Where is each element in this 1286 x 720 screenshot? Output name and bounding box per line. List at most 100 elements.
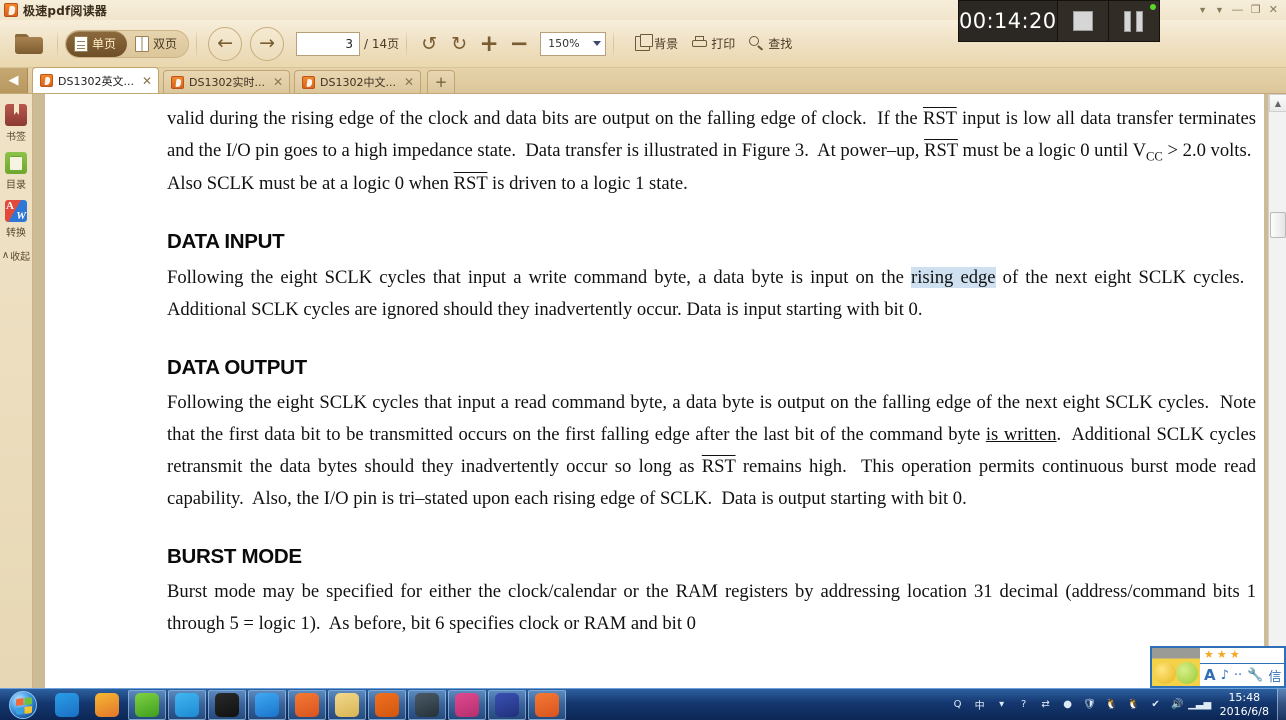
ime-settings-icon[interactable]: 🔧	[1247, 668, 1263, 683]
stop-icon	[1072, 11, 1093, 31]
media-player-icon	[255, 692, 279, 717]
skin-dropdown-icon[interactable]: ▼	[1198, 5, 1207, 15]
taskbar-app-alipay-assistant[interactable]	[208, 689, 246, 720]
ime-caret-icon[interactable]: ▾	[994, 697, 1010, 713]
tab-close-icon[interactable]: ✕	[142, 75, 152, 87]
pdf-reader-2-icon	[535, 692, 559, 717]
ime-punctuation-icon[interactable]: ··	[1234, 668, 1242, 683]
taskbar-clock[interactable]: 15:48 2016/6/8	[1214, 691, 1275, 719]
safe-remove-icon[interactable]: ✔	[1148, 697, 1164, 713]
sidebar-collapse-button[interactable]: ∧ 收起	[0, 248, 32, 263]
screen-root: 极速pdf阅读器 ▼ ▼ — ❐ ✕ 单页 双页 ← → 3 / 14页 ↺ ↻…	[0, 0, 1286, 720]
taskbar-app-network-tool[interactable]	[448, 689, 486, 720]
alipay-assistant-icon	[215, 692, 239, 717]
ime-panel: ★ ★ ★ A ♪ ·· 🔧 信	[1200, 648, 1284, 686]
collapse-arrow-icon: ∧	[1, 250, 10, 261]
maximize-button[interactable]: ❐	[1251, 4, 1261, 16]
qq-tray-icon[interactable]: Q	[950, 697, 966, 713]
tab-ds1302-chinese[interactable]: DS1302中文... ✕	[294, 70, 421, 93]
rst-overline: RST	[922, 108, 957, 129]
windows-logo-icon	[9, 690, 37, 719]
qq-penguin-icon[interactable]: 🐧	[1104, 697, 1120, 713]
ime-language-icon[interactable]: A	[1204, 666, 1216, 684]
ie-browser-icon	[135, 692, 159, 717]
taskbar-app-ie-browser[interactable]	[128, 689, 166, 720]
ime-floating-bar[interactable]: ★ ★ ★ A ♪ ·· 🔧 信	[1150, 646, 1286, 688]
taskbar-app-pdf-reader-2[interactable]	[528, 689, 566, 720]
scrollbar-thumb[interactable]	[1270, 212, 1286, 238]
tab-close-icon[interactable]: ✕	[273, 76, 283, 88]
tab-ds1302-english[interactable]: DS1302英文... ✕	[32, 67, 159, 93]
ime-more-icon[interactable]: 信	[1268, 666, 1281, 685]
network-icon[interactable]: ▁▃▅	[1188, 697, 1211, 713]
pdf-reader-icon	[295, 692, 319, 717]
single-page-button[interactable]: 单页	[66, 30, 128, 57]
find-button[interactable]: 查找	[749, 35, 792, 52]
taskbar-app-qq-browser[interactable]	[48, 690, 86, 720]
sync-icon[interactable]: ⇄	[1038, 697, 1054, 713]
next-page-button[interactable]: →	[250, 26, 285, 61]
rst-overline: RST	[701, 455, 736, 477]
rotate-right-button[interactable]: ↻	[444, 29, 474, 59]
document-scrollbar[interactable]: ▲ ▼	[1268, 94, 1286, 688]
rotate-left-button[interactable]: ↺	[414, 29, 444, 59]
zoom-out-button[interactable]: −	[504, 29, 534, 59]
system-tray: Q 中 ▾? ⇄ ● 🛡 🐧 🐧 ✔ 🔊 ▁▃▅	[950, 697, 1214, 713]
chevron-down-icon	[593, 41, 602, 46]
page-number-input[interactable]: 3	[296, 31, 361, 56]
highlighted-text[interactable]: rising edge	[911, 266, 996, 288]
tab-close-icon[interactable]: ✕	[404, 76, 414, 88]
sidebar-item-bookmarks[interactable]: 书签	[0, 104, 32, 143]
taskbar-app-firefox[interactable]	[88, 690, 126, 720]
zoom-in-button[interactable]: +	[474, 29, 504, 59]
shield-icon[interactable]: 🛡	[1082, 697, 1098, 713]
sidebar-item-convert[interactable]: 转换	[0, 200, 32, 239]
dual-page-button[interactable]: 双页	[127, 31, 188, 57]
start-button[interactable]	[0, 690, 46, 720]
sidebar-item-label: 转换	[6, 228, 26, 239]
ime-toolbar: A ♪ ·· 🔧 信	[1200, 663, 1284, 686]
heading-data-input: DATA INPUT	[167, 230, 285, 254]
taskbar-app-media-player[interactable]	[248, 689, 286, 720]
print-button[interactable]: 打印	[692, 35, 735, 52]
taskbar-app-keil-uvision4[interactable]	[488, 689, 526, 720]
show-desktop-button[interactable]	[1277, 688, 1286, 720]
background-button[interactable]: 背景	[635, 34, 678, 52]
sidebar-item-contents[interactable]: 目录	[0, 152, 32, 191]
taskbar-app-360-safe[interactable]	[168, 689, 206, 720]
scroll-up-button[interactable]: ▲	[1269, 94, 1286, 112]
recording-status-indicator	[1149, 4, 1156, 10]
document-viewport[interactable]: valid during the rising edge of the cloc…	[33, 94, 1286, 688]
minimize-button[interactable]: —	[1232, 4, 1243, 16]
taskbar-app-mcu-tool[interactable]	[408, 689, 446, 720]
pdf-file-icon	[171, 75, 184, 89]
new-tab-button[interactable]: +	[427, 70, 455, 93]
close-button[interactable]: ✕	[1269, 4, 1278, 16]
help-icon[interactable]: ?	[1016, 697, 1032, 713]
previous-page-button[interactable]: ←	[208, 26, 243, 61]
qq-penguin-2-icon[interactable]: 🐧	[1126, 697, 1142, 713]
file-explorer-icon	[335, 692, 359, 717]
search-icon	[749, 36, 764, 51]
recording-pause-button[interactable]	[1107, 1, 1159, 41]
taskbar-app-file-explorer[interactable]	[328, 689, 366, 720]
taskbar-app-pdf-reader[interactable]	[288, 689, 326, 720]
volume-icon[interactable]: 🔊	[1170, 697, 1186, 713]
table-of-contents-icon	[5, 152, 27, 174]
ime-sound-icon[interactable]: ♪	[1221, 668, 1229, 683]
ime-skin-thumbnail[interactable]	[1152, 648, 1200, 686]
open-file-button[interactable]	[12, 29, 46, 59]
hidden-icons-icon[interactable]: ●	[1060, 697, 1076, 713]
zoom-level-select[interactable]: 150%	[540, 31, 607, 56]
zoom-level-value: 150%	[548, 37, 580, 50]
ime-chinese-icon[interactable]: 中	[972, 697, 988, 713]
pdf-page: valid during the rising edge of the cloc…	[45, 94, 1264, 688]
is-written-underline: is written	[985, 423, 1057, 445]
pdf-app-icon	[4, 3, 18, 17]
tab-ds1302-realtime[interactable]: DS1302实时... ✕	[163, 70, 290, 93]
tabs-scroll-left-button[interactable]: ◀	[0, 67, 28, 93]
dual-page-label: 双页	[153, 37, 178, 51]
theme-icon[interactable]: ▼	[1215, 5, 1224, 15]
recording-stop-button[interactable]	[1056, 1, 1108, 41]
taskbar-app-wps-presentation[interactable]	[368, 689, 406, 720]
